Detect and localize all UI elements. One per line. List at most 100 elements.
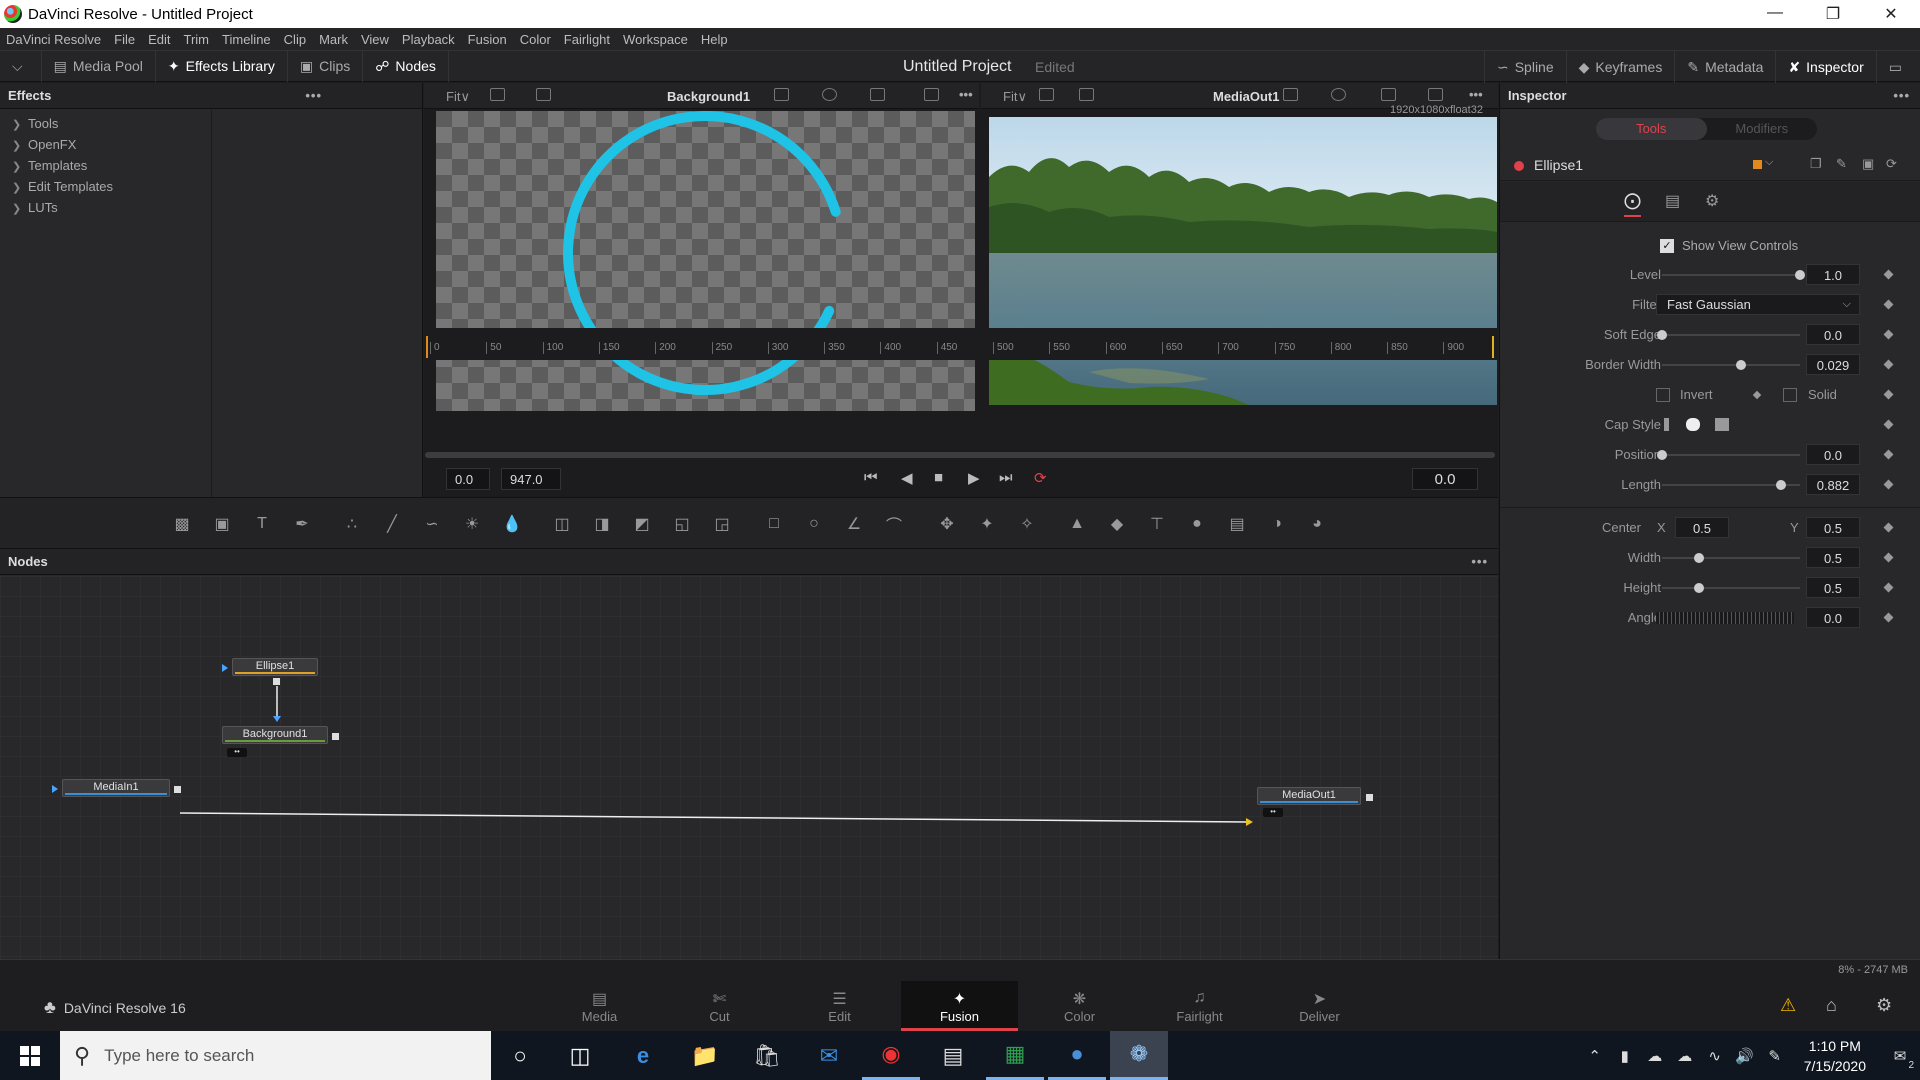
tracker-icon[interactable]: ✥	[935, 513, 959, 535]
slider-knob[interactable]	[1694, 583, 1704, 593]
ellipse-mask-icon[interactable]: ○	[802, 513, 826, 535]
pin-icon[interactable]: ✎	[1836, 156, 1847, 172]
viewer-lut-icon[interactable]	[1283, 88, 1298, 101]
matte-control-icon[interactable]: ◩	[630, 513, 654, 535]
menu-playback[interactable]: Playback	[402, 32, 455, 47]
effects-options-icon[interactable]: •••	[305, 83, 322, 109]
node-output-port[interactable]	[174, 786, 181, 793]
width-slider[interactable]	[1662, 553, 1800, 563]
action-center-icon[interactable]: ✉ 2	[1880, 1047, 1920, 1071]
slider-knob[interactable]	[1694, 553, 1704, 563]
inspector-button[interactable]: ✘ Inspector	[1775, 51, 1875, 83]
page-tab-deliver[interactable]: ➤ Deliver	[1261, 981, 1378, 1031]
angle-field[interactable]: 0.0	[1806, 607, 1860, 628]
node-output-port[interactable]	[273, 678, 280, 685]
keyframe-icon[interactable]	[1883, 479, 1894, 490]
chevron-down-icon[interactable]: ⌵	[1765, 156, 1773, 169]
position-slider[interactable]	[1657, 450, 1800, 460]
renderer-3d-icon[interactable]: ◕	[1305, 513, 1329, 535]
menu-davinci[interactable]: DaVinci Resolve	[6, 32, 101, 47]
inspector-options-icon[interactable]: •••	[1893, 83, 1910, 109]
settings-gear-icon[interactable]: ⚙	[1876, 995, 1892, 1016]
text-tool-icon[interactable]: T	[250, 513, 274, 535]
battery-icon[interactable]: ▮	[1610, 1047, 1640, 1065]
length-field[interactable]: 0.882	[1806, 474, 1860, 495]
keyframe-icon[interactable]	[1883, 582, 1894, 593]
level-field[interactable]: 1.0	[1806, 264, 1860, 285]
curves-icon[interactable]: ∽	[420, 513, 444, 535]
viewer-aspect-icon[interactable]	[924, 88, 939, 101]
keyframe-icon[interactable]	[1883, 419, 1894, 430]
light-icon[interactable]: ◑	[1265, 513, 1289, 535]
tree-item-templates[interactable]: ❯ Templates	[0, 155, 211, 176]
minimize-button[interactable]: —	[1746, 4, 1804, 24]
cap-square-icon[interactable]	[1715, 418, 1729, 431]
tab-modifiers[interactable]: Modifiers	[1707, 118, 1818, 140]
render-end-field[interactable]: 947.0	[501, 468, 561, 490]
chrome-icon[interactable]: ◉	[862, 1031, 920, 1080]
planar-tracker-icon[interactable]: ✦	[975, 513, 999, 535]
nodes-options-icon[interactable]: •••	[1471, 549, 1488, 575]
tool-color-swatch[interactable]	[1753, 160, 1762, 169]
blur-icon[interactable]: 💧	[500, 513, 524, 535]
keyframe-icon[interactable]	[1883, 522, 1894, 533]
effects-library-button[interactable]: ✦ Effects Library	[156, 50, 288, 82]
width-field[interactable]: 0.5	[1806, 547, 1860, 568]
right-viewer-options-icon[interactable]: •••	[1469, 87, 1483, 102]
time-ruler[interactable]: 0 50 100 150 200 250 300 350 400 450 500 550 600 650 7…	[424, 328, 1498, 360]
clips-button[interactable]: ▣ Clips	[288, 50, 364, 82]
bspline-mask-icon[interactable]: ⌒	[882, 513, 906, 535]
solid-checkbox[interactable]	[1783, 388, 1797, 402]
menu-trim[interactable]: Trim	[184, 32, 210, 47]
right-viewer-canvas[interactable]	[989, 117, 1497, 405]
render-end-marker[interactable]	[1492, 336, 1494, 358]
viewer-grid-icon[interactable]	[1381, 88, 1396, 101]
show-view-controls-checkbox[interactable]: ✓	[1660, 239, 1674, 253]
merge-icon[interactable]: ◫	[550, 513, 574, 535]
cortana-icon[interactable]: ○	[491, 1031, 549, 1080]
davinci-resolve-taskbar-icon[interactable]: ❁	[1110, 1031, 1168, 1080]
viewer-aspect-icon[interactable]	[1428, 88, 1443, 101]
menu-fusion[interactable]: Fusion	[468, 32, 507, 47]
invert-checkbox[interactable]	[1656, 388, 1670, 402]
left-viewer-canvas[interactable]	[436, 111, 975, 411]
tree-item-luts[interactable]: ❯ LUTs	[0, 197, 211, 218]
tree-item-tools[interactable]: ❯ Tools	[0, 113, 211, 134]
warning-icon[interactable]: ⚠	[1780, 995, 1796, 1016]
slider-knob[interactable]	[1657, 450, 1667, 460]
menu-file[interactable]: File	[114, 32, 135, 47]
versions-icon[interactable]: ❐	[1810, 156, 1822, 172]
viewer-roi-icon[interactable]	[1079, 88, 1094, 101]
wifi-icon[interactable]: ∿	[1700, 1047, 1730, 1065]
stop-icon[interactable]: ■	[934, 469, 943, 486]
filter-dropdown[interactable]: Fast Gaussian ⌵	[1656, 294, 1860, 315]
playhead[interactable]	[426, 336, 428, 358]
menu-help[interactable]: Help	[701, 32, 728, 47]
shape-3d-icon[interactable]: ▲	[1065, 513, 1089, 535]
left-viewer-fit-dropdown[interactable]: Fit∨	[446, 89, 470, 105]
go-to-end-icon[interactable]: ⏭	[999, 469, 1013, 486]
taskbar-search[interactable]: ⚲ Type here to search	[60, 1031, 491, 1080]
cap-butt-icon[interactable]	[1664, 418, 1669, 431]
pen-icon[interactable]: ✎	[1760, 1047, 1790, 1065]
loop-icon[interactable]: ⟳	[1034, 469, 1047, 487]
polygon-mask-icon[interactable]: ∠	[842, 513, 866, 535]
background-tool-icon[interactable]: ▩	[170, 513, 194, 535]
tab-tools[interactable]: Tools	[1596, 118, 1707, 140]
slider-knob[interactable]	[1657, 330, 1667, 340]
media-pool-button[interactable]: ▤ Media Pool	[42, 50, 156, 82]
node-mediaout1[interactable]: MediaOut1	[1257, 787, 1361, 805]
page-tab-fusion[interactable]: ✦ Fusion	[901, 981, 1018, 1031]
restore-button[interactable]: ❐	[1804, 4, 1862, 24]
border-width-slider[interactable]	[1662, 360, 1800, 370]
right-viewer-fit-dropdown[interactable]: Fit∨	[1003, 89, 1027, 105]
keyframe-icon[interactable]	[1883, 449, 1894, 460]
slider-knob[interactable]	[1776, 480, 1786, 490]
viewer-layout-icon[interactable]	[1039, 88, 1054, 101]
play-icon[interactable]: ▶	[968, 469, 980, 487]
node-preview-toggle[interactable]: ••	[227, 748, 247, 757]
menu-clip[interactable]: Clip	[284, 32, 306, 47]
tree-item-openfx[interactable]: ❯ OpenFX	[0, 134, 211, 155]
keyframes-button[interactable]: ◆ Keyframes	[1565, 51, 1675, 83]
rectangle-mask-icon[interactable]: □	[762, 513, 786, 535]
